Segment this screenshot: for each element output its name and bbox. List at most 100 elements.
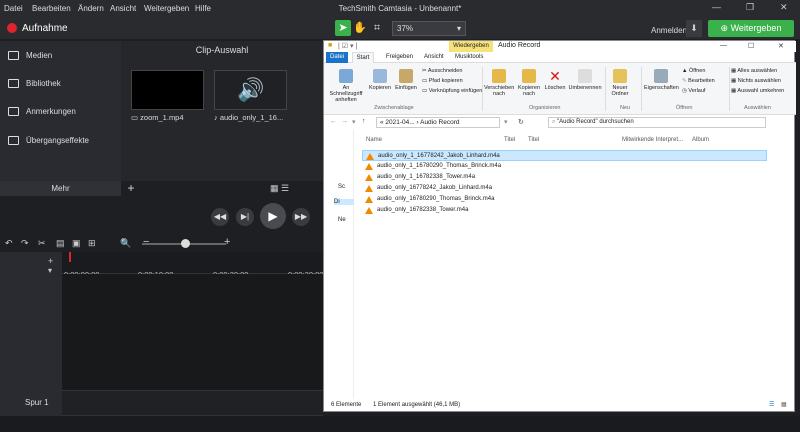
col-name[interactable]: Name	[366, 137, 382, 143]
step-back-icon[interactable]: ▶|	[236, 208, 254, 226]
paste-link-button[interactable]: ▭ Verknüpfung einfügen	[422, 88, 482, 94]
menu-bearbeiten[interactable]: Bearbeiten	[32, 4, 71, 13]
tab-freigeben[interactable]: Freigeben	[386, 54, 413, 60]
minimize-icon[interactable]: —	[712, 2, 721, 12]
redo-icon[interactable]: ↷	[21, 238, 29, 249]
track-row[interactable]	[62, 390, 323, 416]
search-input[interactable]: ⌕ "Audio Record" durchsuchen	[548, 117, 766, 128]
step-forward-icon[interactable]: ▶▶	[292, 208, 310, 226]
copy-path-button[interactable]: ▭ Pfad kopieren	[422, 78, 463, 84]
forward-icon[interactable]: →	[341, 118, 348, 125]
chevron-down-icon[interactable]: ▾	[504, 118, 508, 126]
record-icon[interactable]	[7, 23, 17, 33]
menu-weitergeben[interactable]: Weitergeben	[144, 4, 189, 13]
quick-access-toolbar[interactable]: | ☑ ▾ |	[338, 42, 357, 50]
tab-datei[interactable]: Datei	[326, 52, 348, 63]
cut-button[interactable]: ✂ Ausschneiden	[422, 68, 462, 74]
more-button[interactable]: Mehr	[0, 181, 121, 196]
tab-ansicht[interactable]: Ansicht	[424, 54, 444, 60]
clip-thumbnail-video[interactable]	[131, 70, 204, 110]
tiles-view-icon[interactable]: ▦	[781, 399, 787, 412]
select-tool-icon[interactable]: ➤	[335, 20, 351, 36]
crop-tool-icon[interactable]: ⌗	[369, 20, 385, 36]
nav-item[interactable]: Sc	[338, 184, 345, 190]
details-view-icon[interactable]: ☰	[769, 399, 774, 412]
zoom-out-icon[interactable]: −	[143, 236, 149, 248]
delete-button[interactable]: ✕ Löschen	[544, 69, 566, 91]
minimize-icon[interactable]: —	[720, 42, 727, 49]
menu-hilfe[interactable]: Hilfe	[195, 4, 211, 13]
open-button[interactable]: ▲ Öffnen	[682, 68, 705, 74]
col-artist[interactable]: Mitwirkende Interpret...	[622, 137, 683, 143]
record-button[interactable]: Aufnahme	[22, 23, 68, 34]
address-bar[interactable]: « 2021-04... › Audio Record	[376, 117, 500, 128]
select-none-button[interactable]: ▦ Nichts auswählen	[731, 78, 781, 84]
cut-icon[interactable]: ✂	[38, 238, 46, 249]
rewind-icon[interactable]: ◀◀	[211, 208, 229, 226]
col-title[interactable]: Titel	[504, 137, 515, 143]
chevron-down-icon[interactable]: ▾	[48, 266, 52, 275]
up-icon[interactable]: ↑	[362, 118, 366, 125]
menu-datei[interactable]: Datei	[4, 4, 23, 13]
maximize-icon[interactable]: ❐	[746, 2, 754, 13]
file-row[interactable]: audio_only_1_16780290_Thomas_Brinck.m4a	[362, 161, 767, 172]
file-row[interactable]: audio_only_1_16782338_Tower.m4a	[362, 172, 767, 183]
pin-button[interactable]: An Schnellzugriff anheften	[326, 69, 366, 103]
pan-tool-icon[interactable]: ✋	[352, 20, 368, 36]
maximize-icon[interactable]: ☐	[748, 42, 754, 50]
new-folder-button[interactable]: Neuer Ordner	[608, 69, 632, 97]
file-row[interactable]: audio_only_1_16778242_Jakob_Linhard.m4a	[362, 150, 767, 161]
close-icon[interactable]: ✕	[780, 2, 788, 13]
back-icon[interactable]: ←	[330, 118, 337, 125]
play-button[interactable]: ▶	[260, 203, 286, 229]
col-title2[interactable]: Titel	[528, 137, 539, 143]
tab-musiktools[interactable]: Musiktools	[455, 54, 483, 60]
playhead[interactable]	[69, 252, 71, 262]
sidebar-item-transitions[interactable]: Übergangseffekte	[26, 136, 89, 145]
add-track-icon[interactable]: +	[48, 256, 53, 266]
menu-aendern[interactable]: Ändern	[78, 4, 104, 13]
slider-knob[interactable]	[181, 239, 190, 248]
move-to-button[interactable]: Verschieben nach	[484, 69, 514, 97]
rename-button[interactable]: Umbenennen	[568, 69, 602, 91]
nav-item[interactable]: Ne	[338, 217, 346, 223]
properties-button[interactable]: Eigenschaften	[644, 69, 679, 91]
select-all-button[interactable]: ▦ Alles auswählen	[731, 68, 777, 74]
copy-button[interactable]: Kopieren	[368, 69, 392, 91]
recent-icon[interactable]: ▾	[352, 118, 356, 126]
split-icon[interactable]: ⊞	[88, 238, 96, 249]
sidebar-item-annotations[interactable]: Anmerkungen	[26, 107, 76, 116]
copy-icon[interactable]: ▤	[56, 238, 65, 249]
refresh-icon[interactable]: ↻	[518, 118, 524, 126]
sidebar-item-media[interactable]: Medien	[26, 51, 52, 60]
login-link[interactable]: Anmelden	[651, 26, 687, 35]
view-toggle-icons[interactable]: ▦ ☰	[270, 183, 289, 194]
context-tab-play[interactable]: Wiedergeben	[449, 41, 493, 52]
zoom-icon[interactable]: 🔍	[120, 238, 131, 249]
paste-icon[interactable]: ▣	[72, 238, 81, 249]
file-row[interactable]: audio_only_16782338_Tower.m4a	[362, 205, 767, 216]
add-icon[interactable]: +	[124, 181, 138, 196]
download-icon[interactable]: ⬇	[686, 20, 702, 37]
timeline-ruler[interactable]	[62, 252, 323, 274]
file-row[interactable]: audio_only_16780290_Thomas_Brinck.m4a	[362, 194, 767, 205]
invert-selection-button[interactable]: ▦ Auswahl umkehren	[731, 88, 784, 94]
zoom-select[interactable]: 37% ▾	[392, 21, 466, 36]
copy-to-button[interactable]: Kopieren nach	[516, 69, 542, 97]
clip-thumbnail-audio[interactable]: 🔊	[214, 70, 287, 110]
sidebar-item-library[interactable]: Bibliothek	[26, 79, 61, 88]
vlc-icon	[366, 153, 374, 160]
nav-item[interactable]: Di	[334, 199, 354, 205]
close-icon[interactable]: ✕	[778, 42, 784, 50]
share-button[interactable]: ⊕ Weitergeben	[708, 20, 794, 37]
tab-start[interactable]: Start	[352, 52, 374, 63]
zoom-in-icon[interactable]: +	[224, 236, 230, 248]
edit-button[interactable]: ✎ Bearbeiten	[682, 78, 715, 84]
col-album[interactable]: Album	[692, 137, 709, 143]
horizontal-scrollbar[interactable]	[0, 416, 800, 432]
undo-icon[interactable]: ↶	[5, 238, 13, 249]
paste-button[interactable]: Einfügen	[394, 69, 418, 91]
menu-ansicht[interactable]: Ansicht	[110, 4, 136, 13]
file-row[interactable]: audio_only_16778242_Jakob_Linhard.m4a	[362, 183, 767, 194]
history-button[interactable]: ◷ Verlauf	[682, 88, 705, 94]
